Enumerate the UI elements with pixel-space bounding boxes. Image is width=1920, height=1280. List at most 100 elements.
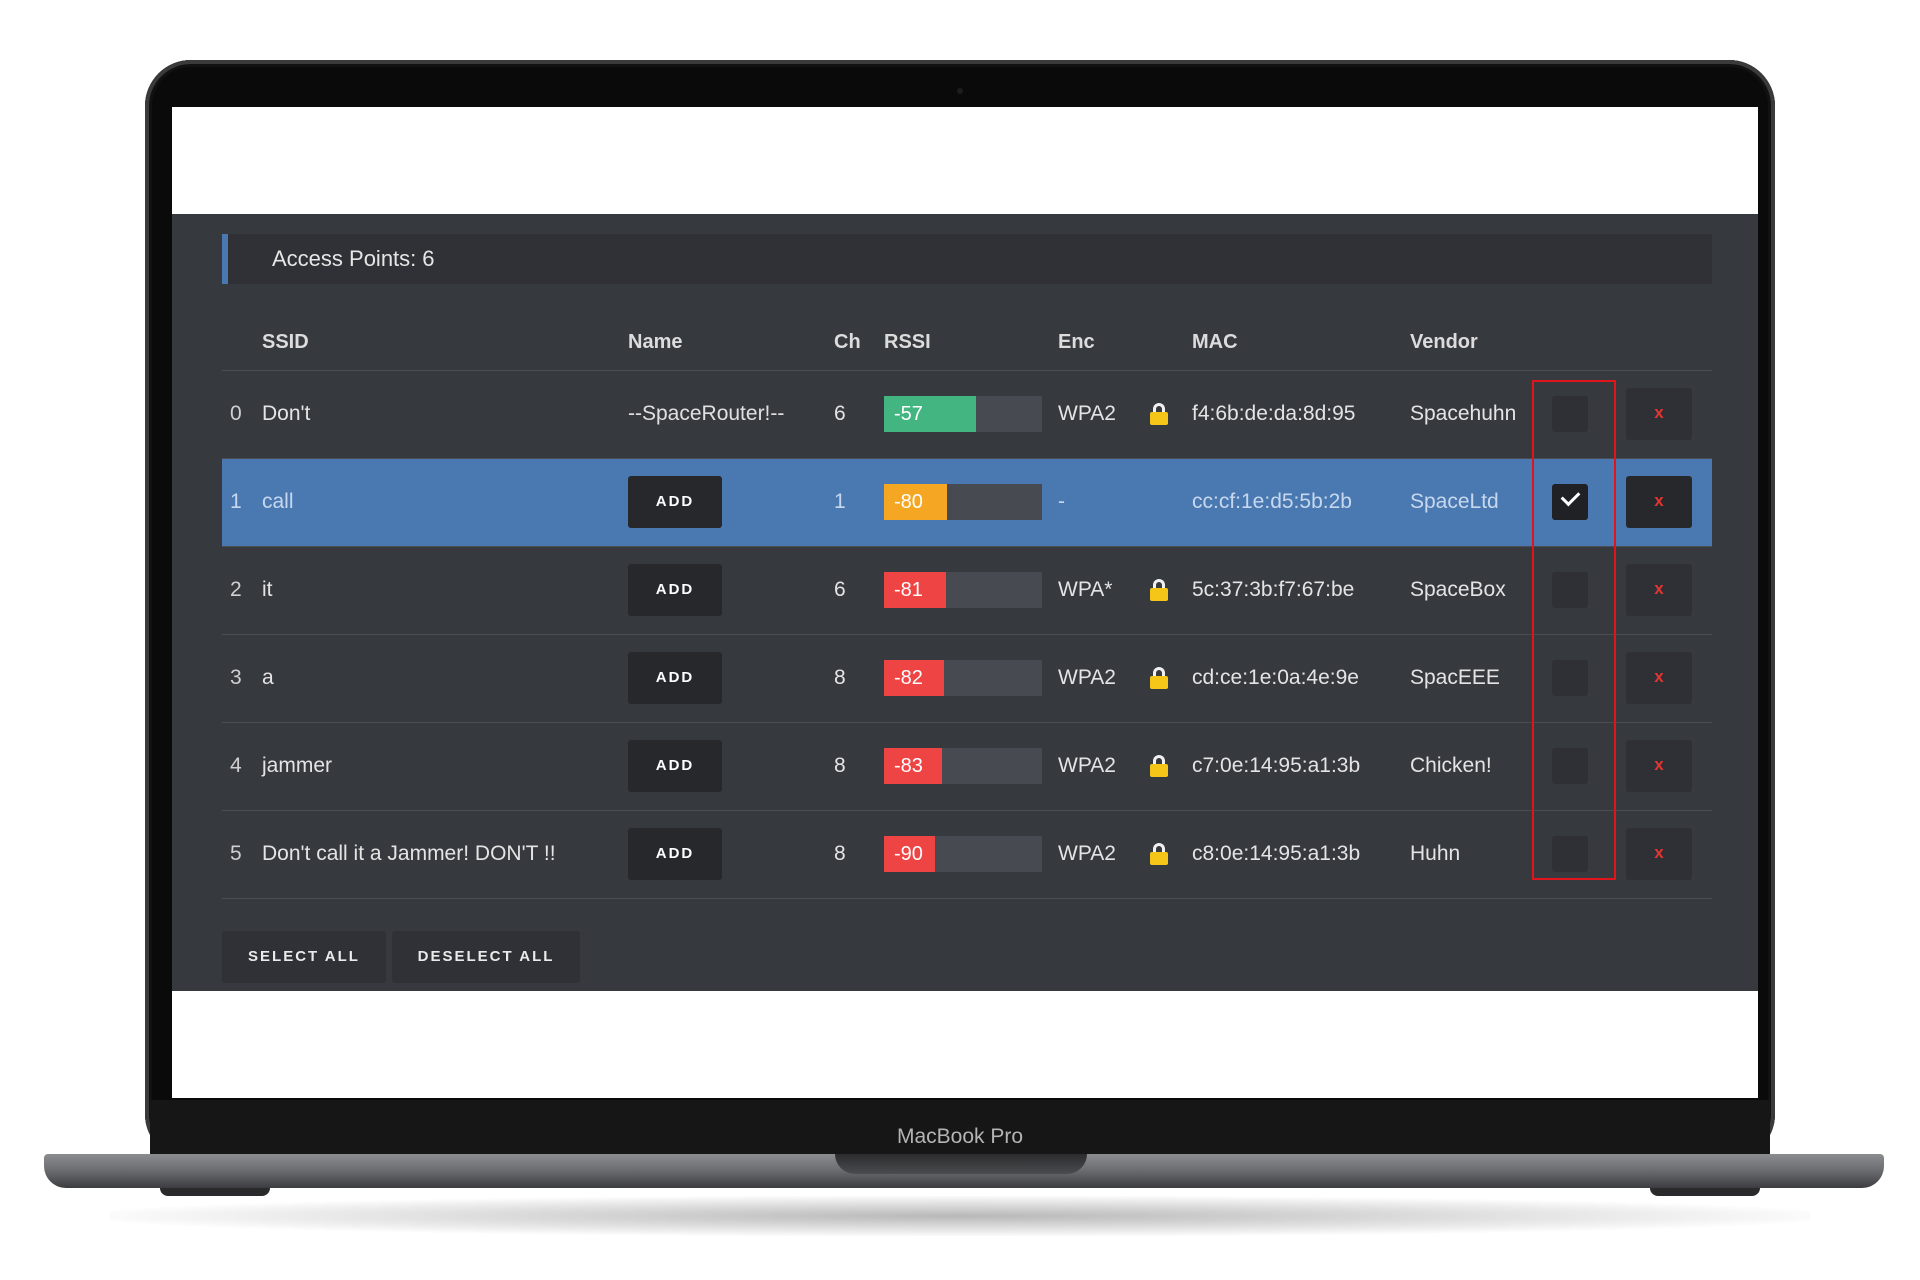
lock-cell: [1150, 634, 1192, 723]
lock-cell: [1150, 722, 1192, 811]
delete-button[interactable]: x: [1626, 652, 1692, 704]
name-cell: ADD: [628, 458, 834, 547]
name-cell: ADD: [628, 546, 834, 635]
encryption-cell: -: [1058, 458, 1150, 547]
delete-cell: x: [1612, 810, 1712, 899]
rssi-cell: -90: [884, 810, 1058, 899]
channel-cell: 6: [834, 370, 884, 459]
channel-cell: 6: [834, 546, 884, 635]
ap-name: --SpaceRouter!--: [628, 402, 785, 425]
ssid-cell: it: [262, 546, 628, 635]
add-button[interactable]: ADD: [628, 828, 722, 880]
rssi-cell: -57: [884, 370, 1058, 459]
name-cell: --SpaceRouter!--: [628, 370, 834, 459]
column-header-delete: [1612, 316, 1712, 371]
delete-button[interactable]: x: [1626, 740, 1692, 792]
row-index: 0: [222, 370, 262, 459]
add-button[interactable]: ADD: [628, 652, 722, 704]
ssid-cell: jammer: [262, 722, 628, 811]
delete-button[interactable]: x: [1626, 564, 1692, 616]
mac-cell: c7:0e:14:95:a1:3b: [1192, 722, 1410, 811]
encryption-cell: WPA2: [1058, 722, 1150, 811]
select-cell: [1528, 370, 1612, 459]
lock-cell: [1150, 546, 1192, 635]
select-checkbox[interactable]: [1552, 572, 1588, 608]
delete-button[interactable]: x: [1626, 388, 1692, 440]
select-checkbox[interactable]: [1552, 660, 1588, 696]
rssi-value: -83: [894, 755, 923, 777]
rssi-value: -82: [894, 667, 923, 689]
lock-icon: [1150, 667, 1168, 690]
table-row[interactable]: 1 call ADD 1 -80- cc:cf:1e:d5:5b:2b SpaceLtd x: [222, 458, 1712, 547]
column-header-index: [222, 316, 262, 371]
rssi-bar: -90: [884, 836, 1042, 872]
rssi-value: -81: [894, 579, 923, 601]
table-row[interactable]: 0 Don't --SpaceRouter!-- 6 -57 WPA2 f4:6b:de:d…: [222, 370, 1712, 459]
rssi-bar: -83: [884, 748, 1042, 784]
rssi-bar: -81: [884, 572, 1042, 608]
vendor-cell: SpaceLtd: [1410, 458, 1528, 547]
column-header-ch: Ch: [834, 316, 884, 371]
name-cell: ADD: [628, 810, 834, 899]
table-row[interactable]: 2 it ADD 6 -81 WPA* 5c:37:3b:f7:67:be SpaceBox x: [222, 546, 1712, 635]
floor-shadow: [110, 1196, 1810, 1236]
table-body: 0 Don't --SpaceRouter!-- 6 -57 WPA2 f4:6b:de:d…: [222, 370, 1712, 899]
name-cell: ADD: [628, 722, 834, 811]
row-index: 5: [222, 810, 262, 899]
laptop-foot-left: [160, 1188, 270, 1196]
table-row[interactable]: 4 jammer ADD 8 -83 WPA2 c7:0e:14:95:a1:3b Chick…: [222, 722, 1712, 811]
select-checkbox[interactable]: [1552, 836, 1588, 872]
rssi-value: -90: [894, 843, 923, 865]
row-index: 1: [222, 458, 262, 547]
lock-icon: [1150, 403, 1168, 426]
add-button[interactable]: ADD: [628, 564, 722, 616]
rssi-cell: -83: [884, 722, 1058, 811]
rssi-bar: -82: [884, 660, 1042, 696]
select-cell: [1528, 458, 1612, 547]
column-header-name: Name: [628, 316, 834, 371]
table-header-row: SSID Name Ch RSSI Enc MAC Vendor: [222, 316, 1712, 371]
column-header-lock: [1150, 316, 1192, 371]
ssid-cell: Don't call it a Jammer! DON'T !!: [262, 810, 628, 899]
select-cell: [1528, 722, 1612, 811]
footer-buttons: SELECT ALL DESELECT ALL: [222, 931, 580, 983]
rssi-bar: -80: [884, 484, 1042, 520]
mac-cell: f4:6b:de:da:8d:95: [1192, 370, 1410, 459]
channel-cell: 8: [834, 810, 884, 899]
rssi-cell: -82: [884, 634, 1058, 723]
delete-button[interactable]: x: [1626, 476, 1692, 528]
lock-cell: [1150, 458, 1192, 547]
rssi-bar: -57: [884, 396, 1042, 432]
ssid-cell: call: [262, 458, 628, 547]
laptop-foot-right: [1650, 1188, 1760, 1196]
add-button[interactable]: ADD: [628, 740, 722, 792]
access-points-table: SSID Name Ch RSSI Enc MAC Vendor 0 Don't -…: [222, 316, 1712, 899]
column-header-enc: Enc: [1058, 316, 1150, 371]
channel-cell: 8: [834, 722, 884, 811]
panel-title: Access Points:: [272, 246, 417, 271]
lock-icon: [1150, 755, 1168, 778]
column-header-mac: MAC: [1192, 316, 1410, 371]
ssid-cell: a: [262, 634, 628, 723]
select-checkbox[interactable]: [1552, 748, 1588, 784]
lock-cell: [1150, 370, 1192, 459]
select-checkbox[interactable]: [1552, 396, 1588, 432]
delete-cell: x: [1612, 458, 1712, 547]
table-row[interactable]: 5 Don't call it a Jammer! DON'T !! ADD 8 -90…: [222, 810, 1712, 899]
delete-button[interactable]: x: [1626, 828, 1692, 880]
table-row[interactable]: 3 a ADD 8 -82 WPA2 cd:ce:1e:0a:4e:9e SpacEEE x: [222, 634, 1712, 723]
vendor-cell: Chicken!: [1410, 722, 1528, 811]
rssi-cell: -81: [884, 546, 1058, 635]
row-index: 4: [222, 722, 262, 811]
add-button[interactable]: ADD: [628, 476, 722, 528]
delete-cell: x: [1612, 722, 1712, 811]
select-cell: [1528, 810, 1612, 899]
deselect-all-button[interactable]: DESELECT ALL: [392, 931, 580, 983]
column-header-rssi: RSSI: [884, 316, 1058, 371]
select-all-button[interactable]: SELECT ALL: [222, 931, 386, 983]
checkmark-icon[interactable]: [1552, 484, 1588, 520]
channel-cell: 8: [834, 634, 884, 723]
access-points-panel: Access Points: 6 SSID Name Ch RSSI Enc M…: [172, 214, 1758, 991]
rssi-value: -80: [894, 491, 923, 513]
camera-icon: [957, 88, 963, 94]
